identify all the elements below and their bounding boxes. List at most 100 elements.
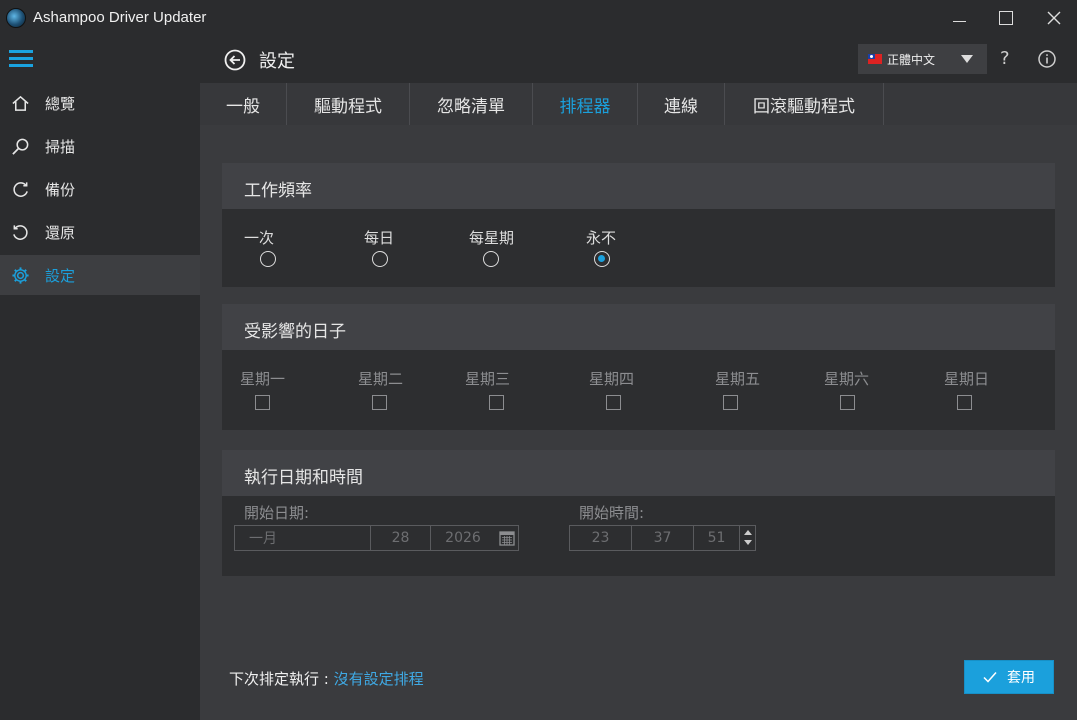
- day-option-friday[interactable]: 星期五: [715, 368, 760, 410]
- sidebar-item-label: 設定: [45, 267, 76, 285]
- header: 設定 正體中文 ?: [200, 36, 1077, 83]
- checkmark-icon: [983, 672, 997, 683]
- execution-panel: 執行日期和時間 開始日期: 一月 28 2026 開始時間: 23 37 51: [222, 450, 1055, 576]
- next-run-status: 下次排定執行 : 沒有設定排程: [229, 668, 424, 689]
- time-spinner[interactable]: [739, 526, 755, 550]
- execution-title: 執行日期和時間: [244, 468, 363, 488]
- help-icon[interactable]: ?: [1000, 48, 1010, 69]
- next-run-label: 下次排定執行 :: [229, 670, 334, 688]
- radio-label: 每星期: [469, 229, 515, 247]
- affected-days-panel-body: 星期一 星期二 星期三 星期四 星期五 星期六 星期日: [222, 350, 1055, 430]
- day-option-wednesday[interactable]: 星期三: [465, 368, 511, 410]
- tab-general[interactable]: 一般: [200, 83, 287, 125]
- radio-label: 永不: [586, 229, 617, 247]
- app-title: Ashampoo Driver Updater: [33, 9, 207, 26]
- tab-scheduler[interactable]: 排程器: [533, 83, 638, 125]
- execution-panel-header: 執行日期和時間: [222, 450, 1055, 496]
- hamburger-menu-icon[interactable]: [9, 50, 33, 70]
- app-logo-icon: [6, 8, 26, 28]
- search-icon: [12, 138, 29, 155]
- apply-label: 套用: [1007, 670, 1035, 686]
- language-select[interactable]: 正體中文: [858, 44, 987, 74]
- checkbox-label: 星期六: [824, 370, 870, 388]
- spinner-down-icon[interactable]: [744, 540, 752, 545]
- start-time-minute[interactable]: 37: [632, 526, 694, 550]
- tab-connection[interactable]: 連線: [638, 83, 725, 125]
- checkbox-label: 星期一: [240, 370, 286, 388]
- close-button[interactable]: [1030, 0, 1077, 36]
- start-time-label: 開始時間:: [579, 504, 645, 522]
- frequency-option-weekly[interactable]: 每星期: [469, 227, 549, 267]
- chevron-down-icon: [961, 55, 973, 63]
- spinner-up-icon[interactable]: [744, 530, 752, 535]
- restore-icon: [13, 225, 28, 240]
- sidebar-item-restore[interactable]: 還原: [0, 212, 200, 252]
- day-option-saturday[interactable]: 星期六: [824, 368, 870, 410]
- day-option-thursday[interactable]: 星期四: [589, 368, 634, 410]
- start-date-day[interactable]: 28: [371, 526, 431, 550]
- backup-icon: [13, 182, 28, 197]
- sidebar-item-label: 總覽: [45, 95, 76, 113]
- apply-button[interactable]: 套用: [964, 660, 1054, 694]
- start-date-year[interactable]: 2026: [431, 526, 495, 550]
- minimize-icon: [952, 20, 966, 22]
- next-run-link[interactable]: 沒有設定排程: [334, 670, 424, 688]
- sidebar-item-label: 掃描: [45, 138, 76, 156]
- start-date-month[interactable]: 一月: [235, 526, 371, 550]
- radio-button[interactable]: [483, 251, 499, 267]
- sidebar-item-label: 還原: [45, 224, 76, 242]
- frequency-option-daily[interactable]: 每日: [364, 227, 424, 267]
- frequency-title: 工作頻率: [244, 181, 312, 201]
- checkbox-label: 星期二: [358, 370, 404, 388]
- tab-drivers[interactable]: 驅動程式: [287, 83, 410, 125]
- page-title: 設定: [259, 51, 295, 72]
- sidebar-item-settings[interactable]: 設定: [0, 255, 200, 295]
- frequency-panel-body: 一次 每日 每星期 永不: [222, 209, 1055, 287]
- tab-ignore-list[interactable]: 忽略清單: [410, 83, 533, 125]
- home-icon: [12, 95, 29, 111]
- close-icon: [1047, 11, 1061, 25]
- taiwan-flag-icon: [868, 54, 882, 64]
- start-time-picker[interactable]: 23 37 51: [569, 525, 756, 551]
- gear-icon: [12, 267, 29, 284]
- radio-button-checked[interactable]: [594, 251, 610, 267]
- checkbox[interactable]: [957, 395, 972, 410]
- back-arrow-icon[interactable]: [224, 49, 246, 71]
- sidebar-item-overview[interactable]: 總覽: [0, 83, 200, 123]
- checkbox[interactable]: [606, 395, 621, 410]
- sidebar: 總覽 掃描 備份 還原 設定: [0, 36, 200, 720]
- sidebar-item-scan[interactable]: 掃描: [0, 126, 200, 166]
- title-bar: Ashampoo Driver Updater: [0, 0, 1077, 36]
- affected-days-title: 受影響的日子: [244, 322, 346, 342]
- day-option-monday[interactable]: 星期一: [240, 368, 286, 410]
- tab-rollback-drivers[interactable]: 回滾驅動程式: [725, 83, 884, 125]
- frequency-option-never[interactable]: 永不: [586, 227, 646, 267]
- checkbox[interactable]: [255, 395, 270, 410]
- day-option-sunday[interactable]: 星期日: [944, 368, 990, 410]
- checkbox-label: 星期三: [465, 370, 511, 388]
- start-time-hour[interactable]: 23: [570, 526, 632, 550]
- checkbox[interactable]: [840, 395, 855, 410]
- checkbox[interactable]: [489, 395, 504, 410]
- frequency-option-once[interactable]: 一次: [244, 227, 304, 267]
- start-date-label: 開始日期:: [244, 504, 310, 522]
- affected-days-panel-header: 受影響的日子: [222, 304, 1055, 350]
- minimize-button[interactable]: [935, 0, 983, 36]
- checkbox[interactable]: [372, 395, 387, 410]
- radio-button[interactable]: [260, 251, 276, 267]
- radio-label: 每日: [364, 229, 395, 247]
- checkbox-label: 星期日: [944, 370, 990, 388]
- execution-panel-body: 開始日期: 一月 28 2026 開始時間: 23 37 51: [222, 496, 1055, 576]
- sidebar-item-backup[interactable]: 備份: [0, 169, 200, 209]
- checkbox[interactable]: [723, 395, 738, 410]
- sidebar-item-label: 備份: [45, 181, 76, 199]
- info-icon[interactable]: [1038, 50, 1056, 68]
- radio-button[interactable]: [372, 251, 388, 267]
- calendar-icon[interactable]: [498, 529, 516, 547]
- affected-days-panel: 受影響的日子 星期一 星期二 星期三 星期四 星期五 星期六 星期日: [222, 304, 1055, 432]
- day-option-tuesday[interactable]: 星期二: [358, 368, 404, 410]
- maximize-button[interactable]: [982, 0, 1030, 36]
- start-date-picker[interactable]: 一月 28 2026: [234, 525, 519, 551]
- language-label: 正體中文: [887, 53, 936, 67]
- start-time-second[interactable]: 51: [694, 526, 739, 550]
